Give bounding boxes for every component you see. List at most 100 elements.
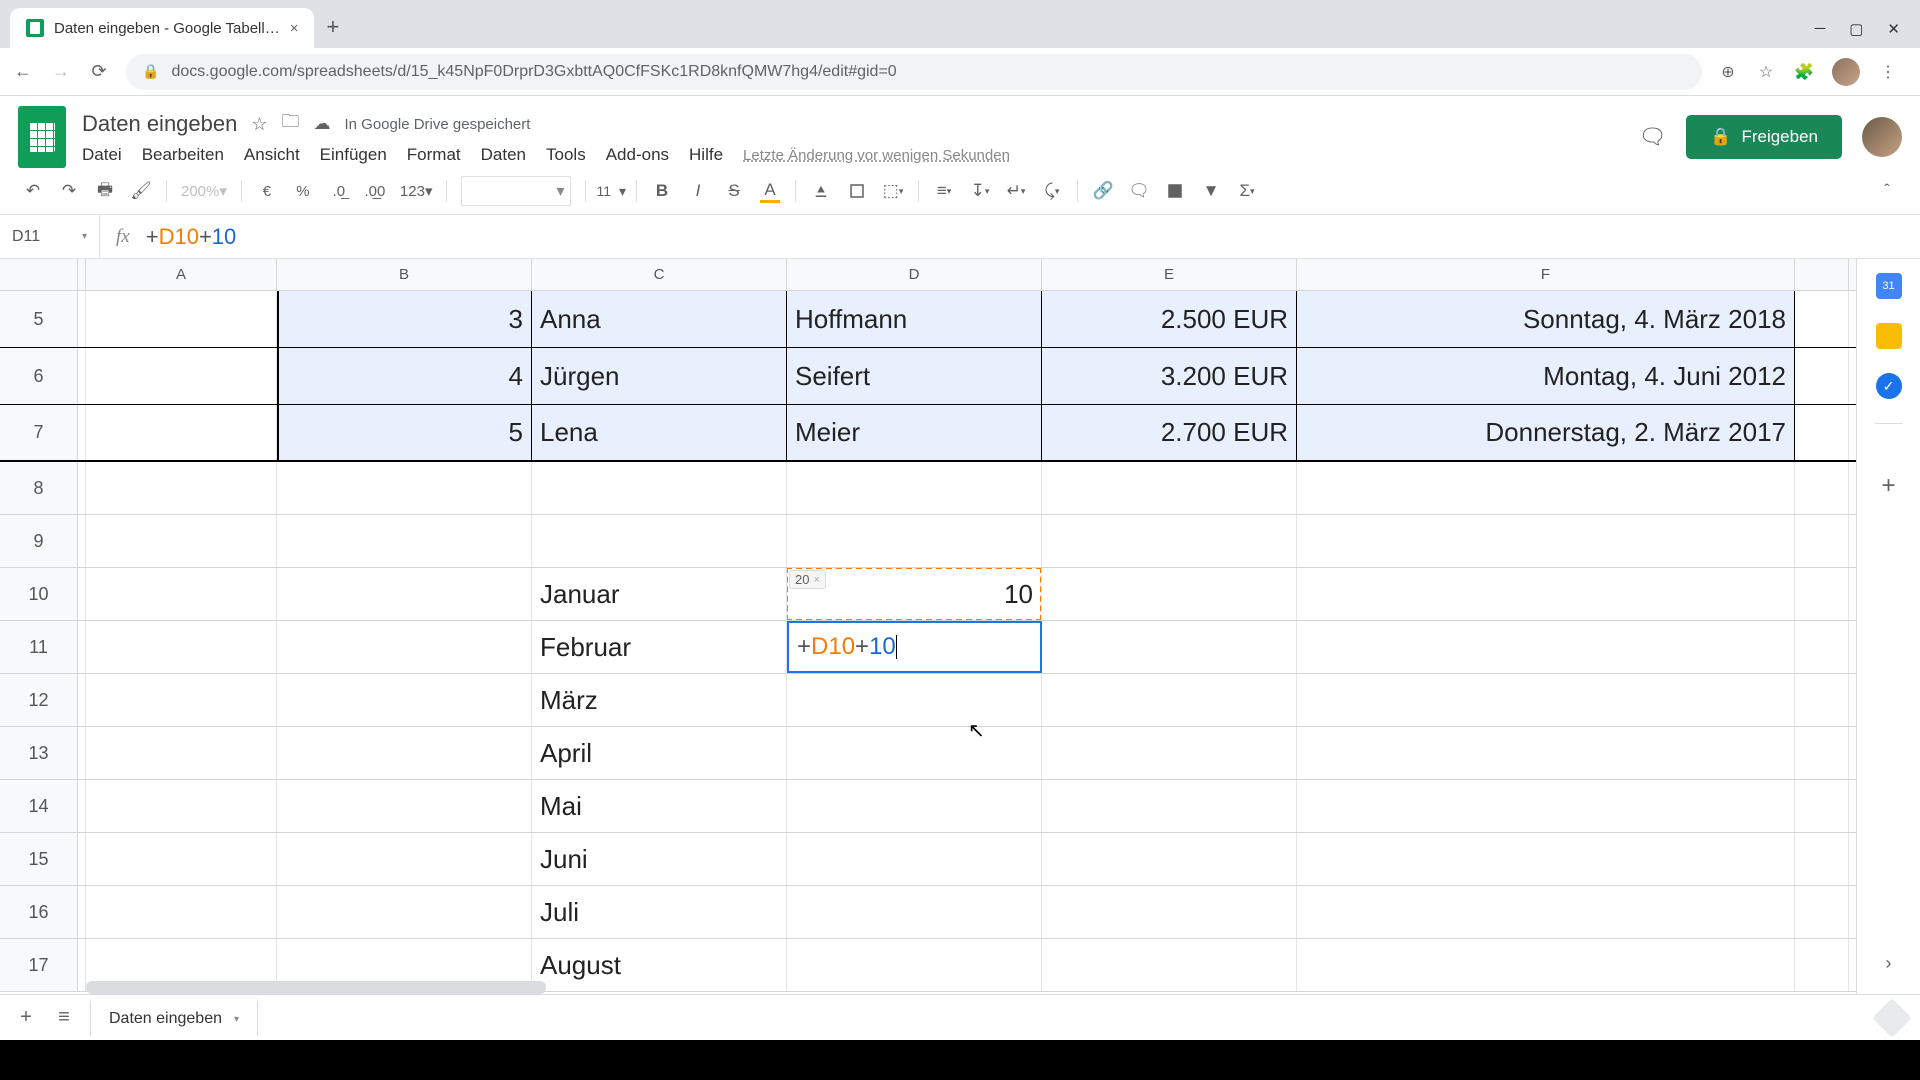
cell-g11[interactable] bbox=[1795, 621, 1849, 673]
col-header-g[interactable] bbox=[1795, 259, 1849, 290]
cell-d17[interactable] bbox=[787, 939, 1042, 991]
cell-d7[interactable]: Meier bbox=[787, 405, 1042, 460]
last-edit-text[interactable]: Letzte Änderung vor wenigen Sekunden bbox=[743, 147, 1010, 164]
cell-e16[interactable] bbox=[1042, 886, 1297, 938]
cell-b8[interactable] bbox=[277, 462, 532, 514]
cell-e12[interactable] bbox=[1042, 674, 1297, 726]
strike-button[interactable]: S bbox=[719, 176, 749, 206]
cell-f15[interactable] bbox=[1297, 833, 1795, 885]
cell-b13[interactable] bbox=[277, 727, 532, 779]
comments-icon[interactable]: 🗨 bbox=[1638, 124, 1666, 150]
bold-button[interactable]: B bbox=[647, 176, 677, 206]
italic-button[interactable]: I bbox=[683, 176, 713, 206]
cell-d12[interactable] bbox=[787, 674, 1042, 726]
row-header-17[interactable]: 17 bbox=[0, 939, 78, 991]
menu-ansicht[interactable]: Ansicht bbox=[244, 145, 300, 165]
cell-g9[interactable] bbox=[1795, 515, 1849, 567]
sheet-tab-menu-icon[interactable]: ▾ bbox=[234, 1014, 239, 1025]
cell-g16[interactable] bbox=[1795, 886, 1849, 938]
cell-a6[interactable] bbox=[86, 348, 277, 404]
menu-bearbeiten[interactable]: Bearbeiten bbox=[142, 145, 224, 165]
cell-g6[interactable] bbox=[1795, 348, 1849, 404]
menu-daten[interactable]: Daten bbox=[481, 145, 526, 165]
row-header-9[interactable]: 9 bbox=[0, 515, 78, 567]
row-header-14[interactable]: 14 bbox=[0, 780, 78, 832]
sheet-tab-active[interactable]: Daten eingeben ▾ bbox=[90, 999, 258, 1036]
cell-d9[interactable] bbox=[787, 515, 1042, 567]
cell-d10[interactable]: 20× 10 bbox=[787, 568, 1042, 620]
cell-g10[interactable] bbox=[1795, 568, 1849, 620]
cell-b11[interactable] bbox=[277, 621, 532, 673]
chip-close-icon[interactable]: × bbox=[813, 574, 819, 586]
increase-decimal-button[interactable]: .0̲0 bbox=[360, 176, 390, 206]
row-header-7[interactable]: 7 bbox=[0, 405, 78, 460]
font-size[interactable]: 11 ▾ bbox=[596, 183, 626, 200]
row-header-11[interactable]: 11 bbox=[0, 621, 78, 673]
cell-f12[interactable] bbox=[1297, 674, 1795, 726]
menu-einfuegen[interactable]: Einfügen bbox=[320, 145, 387, 165]
cell-d5[interactable]: Hoffmann bbox=[787, 291, 1042, 347]
cell-b5[interactable]: 3 bbox=[277, 291, 532, 347]
explore-icon[interactable] bbox=[1872, 998, 1912, 1038]
cell-c8[interactable] bbox=[532, 462, 787, 514]
name-box[interactable]: D11▾ bbox=[0, 215, 100, 258]
cell-f6[interactable]: Montag, 4. Juni 2012 bbox=[1297, 348, 1795, 404]
cell-f13[interactable] bbox=[1297, 727, 1795, 779]
cell-b14[interactable] bbox=[277, 780, 532, 832]
cell-a5[interactable] bbox=[86, 291, 277, 347]
col-header-b[interactable]: B bbox=[277, 259, 532, 290]
menu-addons[interactable]: Add-ons bbox=[606, 145, 669, 165]
cell-f14[interactable] bbox=[1297, 780, 1795, 832]
cell-g5[interactable] bbox=[1795, 291, 1849, 347]
browser-menu-icon[interactable]: ⋮ bbox=[1878, 62, 1898, 82]
close-window-icon[interactable]: ✕ bbox=[1887, 20, 1900, 38]
cell-f17[interactable] bbox=[1297, 939, 1795, 991]
close-tab-icon[interactable]: × bbox=[290, 20, 299, 37]
cell-c14[interactable]: Mai bbox=[532, 780, 787, 832]
cell-d13[interactable] bbox=[787, 727, 1042, 779]
col-header-e[interactable]: E bbox=[1042, 259, 1297, 290]
menu-datei[interactable]: Datei bbox=[82, 145, 122, 165]
tasks-icon[interactable] bbox=[1876, 373, 1902, 399]
link-icon[interactable]: 🔗 bbox=[1088, 176, 1118, 206]
cell-g8[interactable] bbox=[1795, 462, 1849, 514]
cell-d11-editing[interactable]: +D10+10 bbox=[787, 621, 1042, 673]
cell-a15[interactable] bbox=[86, 833, 277, 885]
collapse-toolbar-icon[interactable]: ˆ bbox=[1872, 176, 1902, 206]
calendar-icon[interactable] bbox=[1876, 273, 1902, 299]
cell-f16[interactable] bbox=[1297, 886, 1795, 938]
undo-icon[interactable]: ↶ bbox=[18, 176, 48, 206]
redo-icon[interactable]: ↷ bbox=[54, 176, 84, 206]
cell-a7[interactable] bbox=[86, 405, 277, 460]
filter-icon[interactable]: ▼ bbox=[1196, 176, 1226, 206]
cell-f8[interactable] bbox=[1297, 462, 1795, 514]
cell-e5[interactable]: 2.500 EUR bbox=[1042, 291, 1297, 347]
functions-icon[interactable]: Σ▾ bbox=[1232, 176, 1262, 206]
cell-g13[interactable] bbox=[1795, 727, 1849, 779]
browser-tab[interactable]: Daten eingeben - Google Tabell… × bbox=[10, 8, 314, 48]
cloud-saved-icon[interactable]: ☁ bbox=[314, 114, 331, 134]
cell-c16[interactable]: Juli bbox=[532, 886, 787, 938]
decrease-decimal-button[interactable]: .0̲ bbox=[324, 176, 354, 206]
cell-c12[interactable]: März bbox=[532, 674, 787, 726]
cell-e11[interactable] bbox=[1042, 621, 1297, 673]
cell-e8[interactable] bbox=[1042, 462, 1297, 514]
cell-a8[interactable] bbox=[86, 462, 277, 514]
reload-icon[interactable]: ⟳ bbox=[88, 61, 110, 82]
cell-b7[interactable]: 5 bbox=[277, 405, 532, 460]
col-header-a[interactable]: A bbox=[86, 259, 277, 290]
cell-e14[interactable] bbox=[1042, 780, 1297, 832]
cell-e10[interactable] bbox=[1042, 568, 1297, 620]
percent-button[interactable]: % bbox=[288, 176, 318, 206]
row-header-12[interactable]: 12 bbox=[0, 674, 78, 726]
cell-g15[interactable] bbox=[1795, 833, 1849, 885]
cell-a16[interactable] bbox=[86, 886, 277, 938]
back-icon[interactable]: ← bbox=[12, 61, 34, 82]
cell-a14[interactable] bbox=[86, 780, 277, 832]
cell-d6[interactable]: Seifert bbox=[787, 348, 1042, 404]
cell-g7[interactable] bbox=[1795, 405, 1849, 460]
zoom-level[interactable]: 200% ▾ bbox=[177, 176, 231, 206]
cell-c5[interactable]: Anna bbox=[532, 291, 787, 347]
cell-c13[interactable]: April bbox=[532, 727, 787, 779]
move-icon[interactable]: 🗀 bbox=[282, 109, 300, 139]
